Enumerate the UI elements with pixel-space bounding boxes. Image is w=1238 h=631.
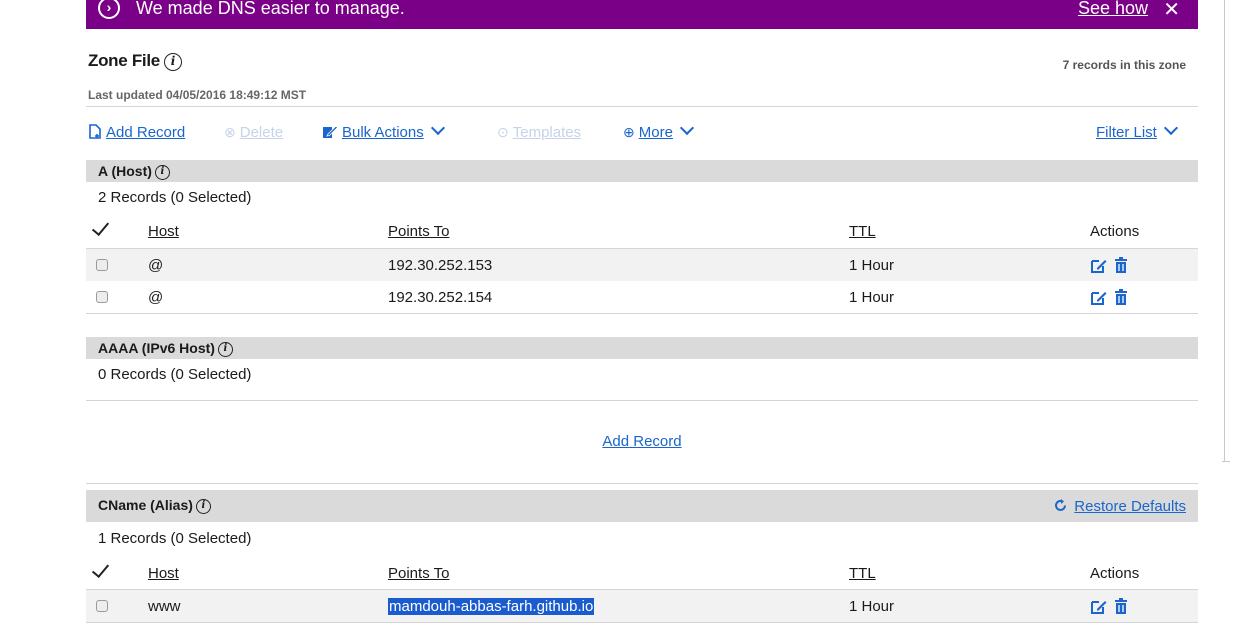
- divider: [86, 106, 1198, 107]
- divider: [86, 622, 1198, 623]
- records-selected-cname: 1 Records (0 Selected): [98, 530, 252, 547]
- edit-icon[interactable]: [1091, 599, 1107, 614]
- delete-label: Delete: [239, 124, 284, 141]
- trash-icon[interactable]: [1114, 257, 1128, 273]
- add-record-button[interactable]: Add Record: [88, 124, 185, 141]
- chevron-right-circle-icon: ›: [98, 0, 120, 19]
- trash-icon[interactable]: [1114, 598, 1128, 614]
- column-header-a: Host Points To TTL Actions: [86, 217, 1198, 246]
- close-icon[interactable]: ✕: [1163, 0, 1180, 22]
- refresh-icon: [1055, 499, 1067, 511]
- more-button[interactable]: ⊕ More: [623, 120, 694, 141]
- info-icon[interactable]: i: [195, 498, 211, 514]
- page-right-border: [1224, 0, 1225, 462]
- column-header-cname: Host Points To TTL Actions: [86, 559, 1198, 588]
- column-ttl[interactable]: TTL: [849, 565, 876, 582]
- row-ttl: 1 Hour: [849, 598, 895, 615]
- column-host[interactable]: Host: [148, 565, 179, 582]
- row-ttl: 1 Hour: [849, 289, 895, 306]
- last-updated: Last updated 04/05/2016 18:49:12 MST: [88, 88, 307, 102]
- chevron-down-icon: [430, 120, 445, 136]
- promo-banner: › We made DNS easier to manage. See how …: [86, 0, 1198, 29]
- more-label: More: [638, 124, 673, 141]
- row-actions: [1091, 289, 1141, 307]
- chevron-down-icon: [1163, 120, 1178, 136]
- row-checkbox[interactable]: [96, 600, 108, 612]
- row-host: www: [148, 598, 181, 615]
- table-row: @ 192.30.252.153 1 Hour: [86, 249, 1198, 281]
- checkmark-icon[interactable]: [91, 559, 110, 579]
- checkmark-icon[interactable]: [91, 217, 110, 237]
- column-ttl[interactable]: TTL: [849, 223, 876, 240]
- row-points-to: 192.30.252.154: [388, 289, 493, 306]
- edit-icon[interactable]: [1091, 258, 1107, 273]
- templates-icon: ⊙: [497, 124, 509, 140]
- info-icon[interactable]: i: [217, 341, 233, 357]
- records-count: 7 records in this zone: [1062, 58, 1186, 72]
- table-row: @ 192.30.252.154 1 Hour: [86, 281, 1198, 313]
- row-ttl: 1 Hour: [849, 257, 895, 274]
- column-actions: Actions: [1090, 223, 1140, 240]
- row-checkbox[interactable]: [96, 291, 108, 303]
- page-border-tick: [1222, 461, 1230, 462]
- bulk-actions-label: Bulk Actions: [342, 124, 424, 141]
- column-host[interactable]: Host: [148, 223, 179, 240]
- bulk-actions-button[interactable]: Bulk Actions: [321, 120, 445, 141]
- divider: [86, 483, 1198, 484]
- row-checkbox[interactable]: [96, 259, 108, 271]
- divider: [86, 400, 1198, 401]
- section-header-cname: CName (Alias) i Restore Defaults: [86, 490, 1198, 522]
- row-points-to: mamdouh-abbas-farh.github.io: [388, 598, 595, 615]
- records-selected-a: 2 Records (0 Selected): [98, 189, 252, 206]
- add-record-link[interactable]: Add Record: [0, 433, 1238, 450]
- column-actions: Actions: [1090, 565, 1140, 582]
- restore-defaults-label: Restore Defaults: [1074, 498, 1186, 515]
- banner-message: We made DNS easier to manage.: [136, 0, 405, 18]
- section-title-cname: CName (Alias): [98, 497, 193, 513]
- trash-icon[interactable]: [1114, 289, 1128, 305]
- row-actions: [1091, 598, 1141, 616]
- row-host: @: [148, 289, 164, 306]
- column-points-to[interactable]: Points To: [388, 223, 449, 240]
- row-points-to: 192.30.252.153: [388, 257, 493, 274]
- row-actions: [1091, 257, 1141, 275]
- add-record-icon: [89, 124, 101, 139]
- delete-button[interactable]: ⊗ Delete: [224, 124, 283, 141]
- delete-icon: ⊗: [224, 124, 236, 140]
- page-title: Zone File i: [88, 51, 182, 71]
- bulk-actions-icon: [323, 125, 338, 138]
- section-header-a: A (Host) i: [86, 160, 1198, 182]
- records-selected-aaaa: 0 Records (0 Selected): [98, 366, 252, 383]
- templates-button[interactable]: ⊙ Templates: [497, 124, 581, 141]
- divider: [86, 313, 1198, 314]
- restore-defaults-button[interactable]: Restore Defaults: [1054, 498, 1186, 515]
- add-record-label: Add Record: [106, 124, 186, 141]
- section-title-aaaa: AAAA (IPv6 Host): [98, 340, 215, 356]
- templates-label: Templates: [512, 124, 582, 141]
- section-header-aaaa: AAAA (IPv6 Host) i: [86, 337, 1198, 359]
- table-row: www mamdouh-abbas-farh.github.io 1 Hour: [86, 590, 1198, 622]
- section-title-a: A (Host): [98, 163, 152, 179]
- chevron-down-icon: [679, 120, 694, 136]
- see-how-link[interactable]: See how: [1078, 0, 1148, 19]
- filter-list-button[interactable]: Filter List: [1096, 120, 1178, 141]
- info-icon[interactable]: i: [163, 52, 182, 71]
- plus-circle-icon: ⊕: [623, 124, 635, 140]
- filter-list-label: Filter List: [1096, 124, 1157, 141]
- zone-title-text: Zone File: [88, 51, 160, 70]
- column-points-to[interactable]: Points To: [388, 565, 449, 582]
- edit-icon[interactable]: [1091, 290, 1107, 305]
- row-host: @: [148, 257, 164, 274]
- info-icon[interactable]: i: [154, 164, 170, 180]
